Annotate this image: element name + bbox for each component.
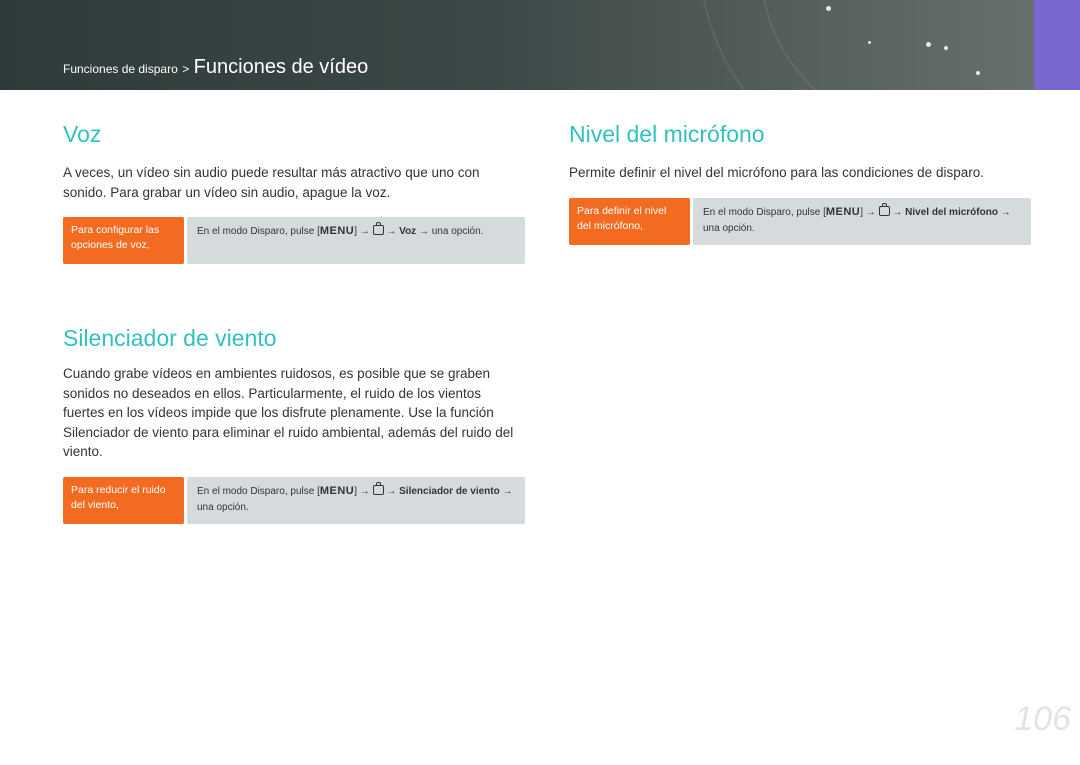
video-camera-icon <box>372 222 384 235</box>
tip-body: En el modo Disparo, pulse [MENU] → → Sil… <box>187 477 525 524</box>
tip-box-nivel: Para definir el nivel del micrófono, En … <box>569 198 1031 245</box>
breadcrumb: Funciones de disparo > Funciones de víde… <box>63 56 368 79</box>
section-text-silenciador: Cuando grabe vídeos en ambientes ruidoso… <box>63 366 514 459</box>
tip-box-voz: Para configurar las opciones de voz, En … <box>63 217 525 264</box>
section-title-silenciador: Silenciador de viento <box>63 325 277 351</box>
video-camera-icon <box>372 482 384 495</box>
tip-label: Para reducir el ruido del viento, <box>63 477 184 524</box>
decorative-sparkle <box>826 6 831 11</box>
video-camera-icon <box>878 203 890 216</box>
breadcrumb-current: Funciones de vídeo <box>193 56 369 78</box>
page-header: Funciones de disparo > Funciones de víde… <box>0 0 1080 90</box>
menu-button-icon: MENU <box>825 206 861 218</box>
decorative-sparkle <box>868 41 871 44</box>
decorative-sparkle <box>926 42 931 47</box>
decorative-arc <box>760 0 1080 90</box>
menu-button-icon: MENU <box>319 485 355 497</box>
chapter-tab[interactable] <box>1034 0 1080 90</box>
tip-label: Para definir el nivel del micrófono, <box>569 198 690 245</box>
tip-body: En el modo Disparo, pulse [MENU] → → Niv… <box>693 198 1031 245</box>
menu-button-icon: MENU <box>319 225 355 237</box>
section-text-voz: A veces, un vídeo sin audio puede result… <box>63 165 480 200</box>
section-title-voz: Voz <box>63 121 102 147</box>
breadcrumb-separator: > <box>182 62 190 76</box>
decorative-sparkle <box>976 71 980 75</box>
tip-box-silenciador: Para reducir el ruido del viento, En el … <box>63 477 525 524</box>
tip-label: Para configurar las opciones de voz, <box>63 217 184 264</box>
decorative-sparkle <box>944 46 948 50</box>
section-text-nivel: Permite definir el nivel del micrófono p… <box>569 165 984 180</box>
breadcrumb-parent[interactable]: Funciones de disparo <box>63 62 178 76</box>
page-number: 106 <box>1014 700 1071 738</box>
section-title-nivel: Nivel del micrófono <box>569 121 765 147</box>
tip-body: En el modo Disparo, pulse [MENU] → → Voz… <box>187 217 525 264</box>
